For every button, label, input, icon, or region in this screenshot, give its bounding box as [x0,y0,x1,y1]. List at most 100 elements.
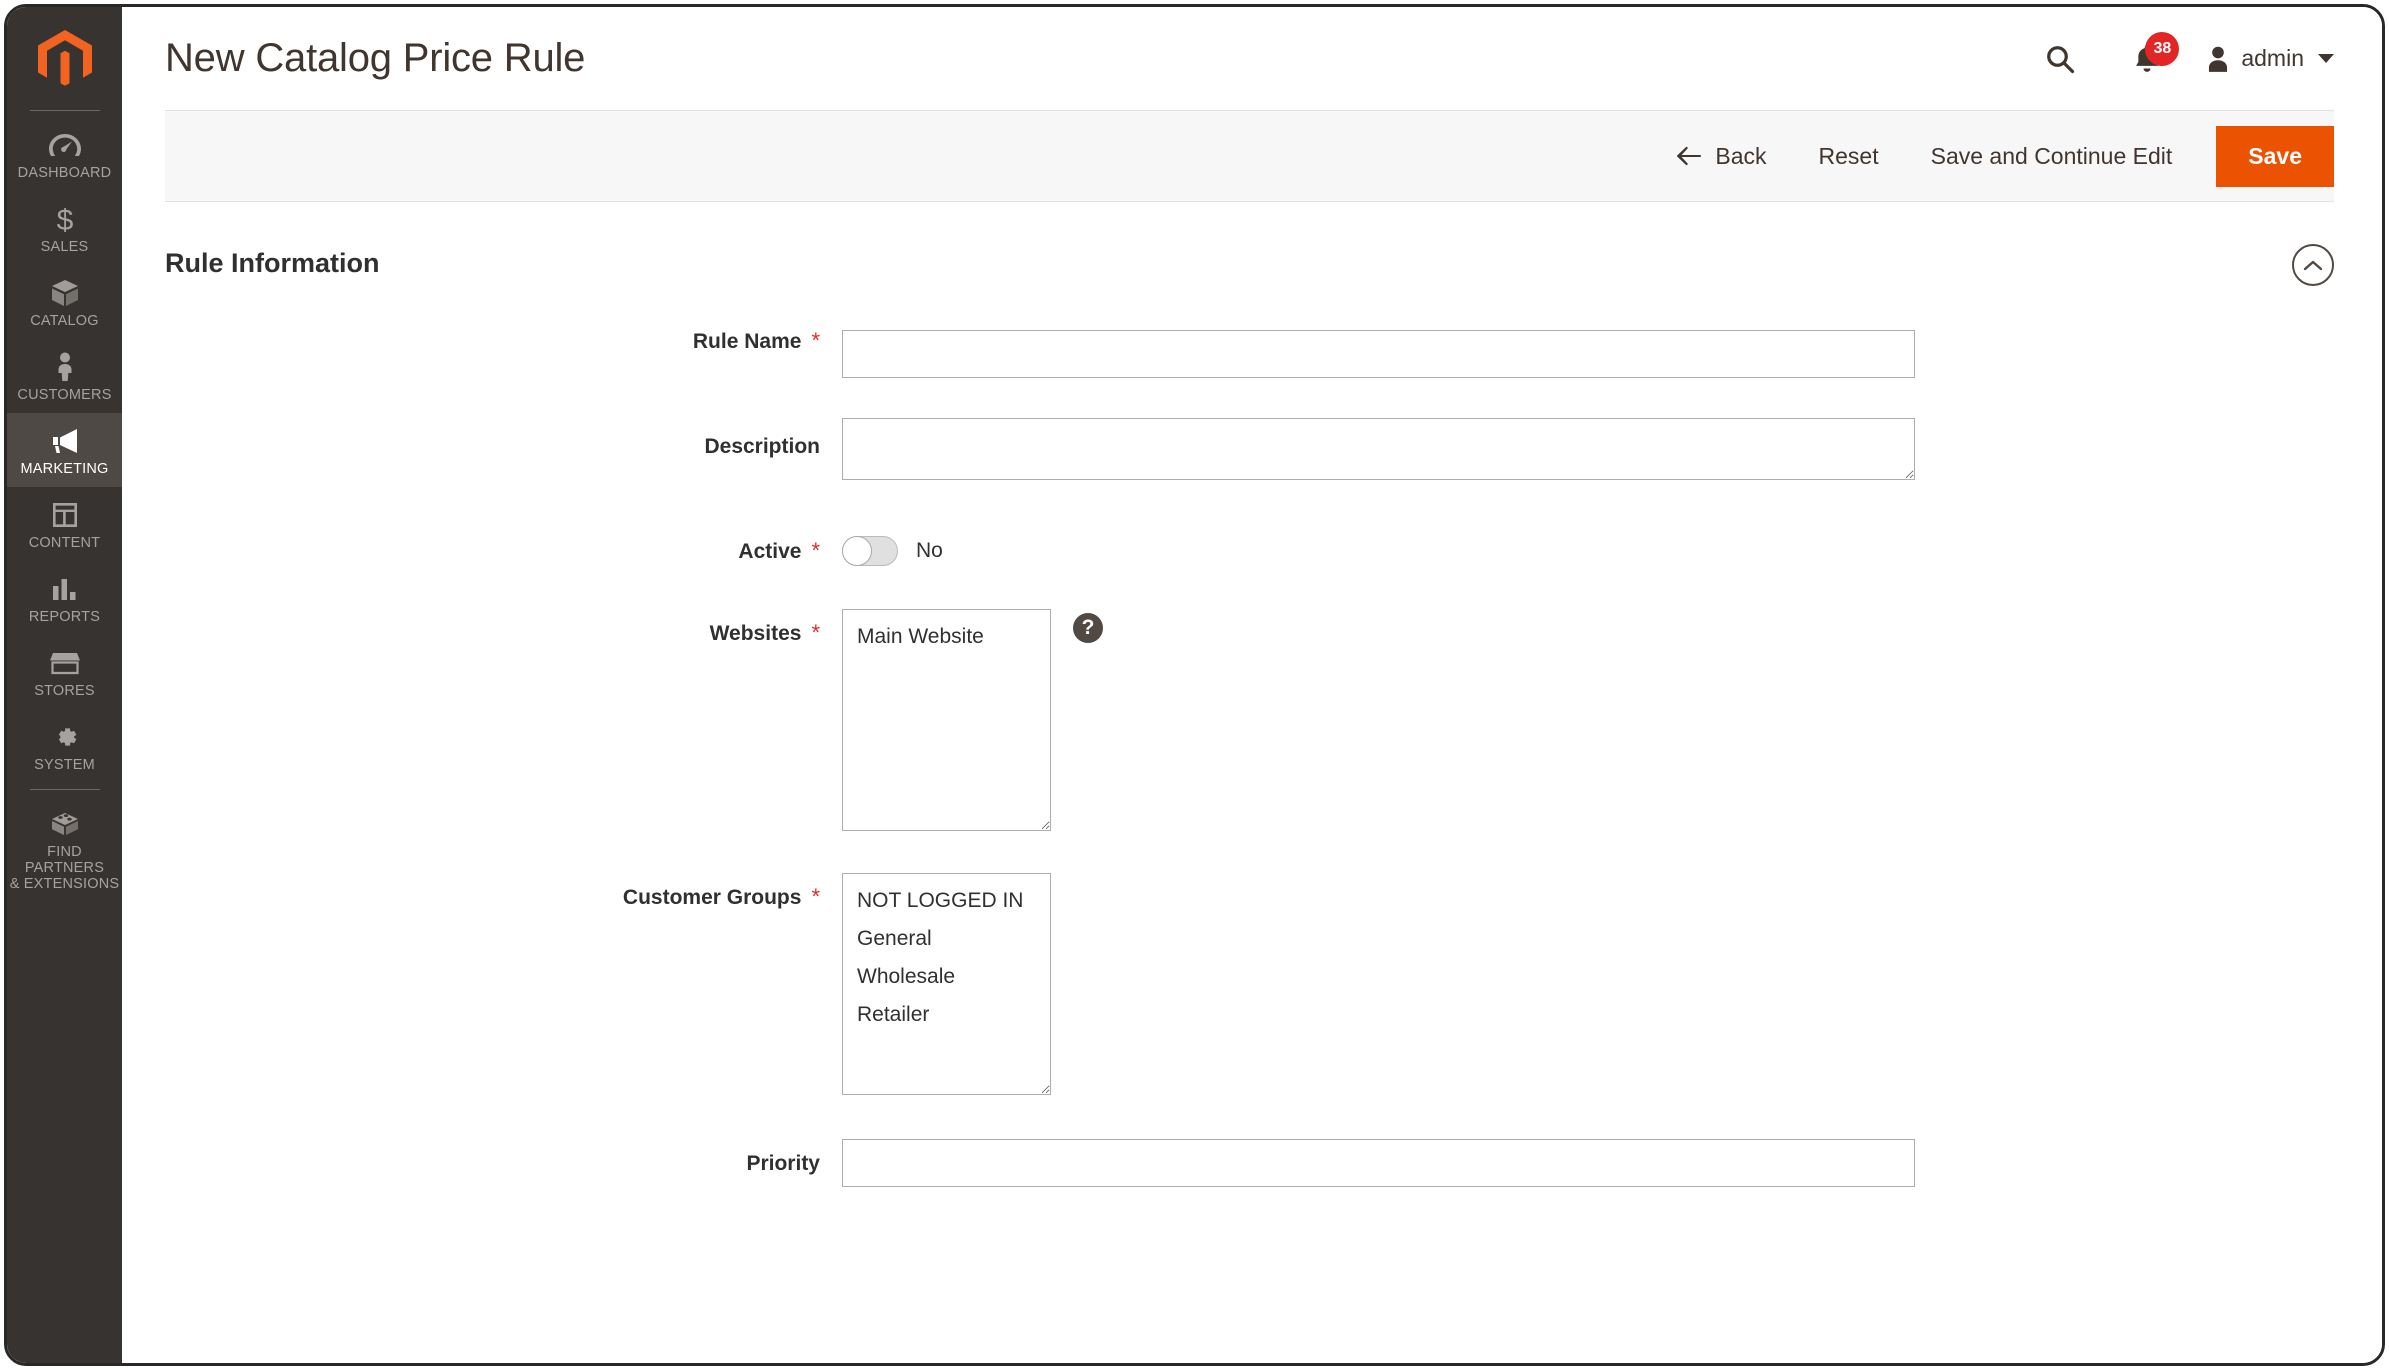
sidebar-item-customers[interactable]: CUSTOMERS [7,339,122,413]
dollar-icon: $ [54,202,76,236]
priority-label: Priority [746,1151,820,1175]
page-title: New Catalog Price Rule [165,36,586,80]
required-indicator: * [811,328,820,353]
field-label: Description [165,418,820,457]
field-control: NOT LOGGED IN General Wholesale Retailer [842,873,1051,1095]
rule-information-form: Rule Name * Description Active * No Webs… [122,330,2382,1187]
header-actions: 38 admin [2031,30,2334,88]
sidebar-item-label: MARKETING [20,461,109,477]
required-indicator: * [811,620,820,645]
page-header: New Catalog Price Rule 38 admin [122,7,2382,110]
reset-button[interactable]: Reset [1793,129,1905,184]
description-label: Description [704,435,820,458]
section-title: Rule Information [165,248,380,278]
toggle-knob [842,536,872,566]
sidebar-item-label: CONTENT [28,535,101,551]
rule-name-label: Rule Name [692,329,802,353]
customer-groups-label: Customer Groups [622,885,802,909]
back-button-label: Back [1715,142,1767,169]
required-indicator: * [811,538,820,563]
chevron-up-icon [2303,260,2323,270]
field-customer-groups: Customer Groups * NOT LOGGED IN General … [165,873,2382,1095]
storefront-icon [49,646,80,680]
list-item[interactable]: General [843,920,1050,958]
sidebar-divider-bottom [29,789,100,790]
required-indicator: * [811,884,820,909]
field-control [842,330,1915,378]
bar-chart-icon [51,572,79,606]
sidebar-item-label: SALES [40,239,89,255]
rule-name-input[interactable] [842,330,1915,378]
sidebar-item-find-partners[interactable]: FIND PARTNERS & EXTENSIONS [7,796,122,902]
sidebar-item-reports[interactable]: REPORTS [7,561,122,635]
save-button[interactable]: Save [2216,125,2334,187]
box-icon [50,276,80,310]
application-frame: DASHBOARD $ SALES CATALOG CUSTOMERS MARK… [4,4,2385,1366]
sidebar-item-label: CATALOG [30,313,99,329]
megaphone-icon [49,424,81,458]
sidebar-item-label: FIND PARTNERS & EXTENSIONS [9,844,120,892]
active-toggle[interactable] [842,536,898,566]
save-and-continue-edit-button[interactable]: Save and Continue Edit [1905,129,2199,184]
puzzle-block-icon [50,807,80,841]
websites-multiselect[interactable]: Main Website [842,609,1051,831]
svg-text:$: $ [56,204,73,235]
chevron-down-icon [2318,54,2334,63]
field-priority: Priority [165,1139,2382,1187]
sidebar-item-sales[interactable]: $ SALES [7,191,122,265]
sidebar-divider-top [29,110,100,111]
field-label: Rule Name * [165,330,820,352]
priority-input[interactable] [842,1139,1915,1187]
active-label: Active [738,539,802,563]
main-content: New Catalog Price Rule 38 admin Back Res… [122,7,2382,1363]
field-label: Active * [165,527,820,575]
field-label: Websites * [165,609,820,657]
field-description: Description [165,418,2382,485]
field-websites: Websites * Main Website ? [165,609,2382,831]
field-control: Main Website ? [842,609,1103,831]
sidebar-item-dashboard[interactable]: DASHBOARD [7,117,122,191]
websites-label: Websites [709,621,802,645]
back-button[interactable]: Back [1676,129,1792,184]
field-label: Priority [165,1139,820,1187]
sidebar-item-stores[interactable]: STORES [7,635,122,709]
active-state-label: No [916,539,943,562]
magento-logo[interactable] [7,7,122,110]
section-collapse-toggle[interactable] [2292,244,2334,286]
field-active: Active * No [165,527,2382,575]
field-label: Customer Groups * [165,873,820,921]
field-rule-name: Rule Name * [165,330,2382,378]
arrow-left-icon [1676,146,1702,166]
field-control [842,418,1915,485]
dashboard-icon [48,128,82,162]
user-icon [2205,45,2231,73]
sidebar-item-system[interactable]: SYSTEM [7,709,122,783]
sidebar-item-label: STORES [34,683,95,699]
list-item[interactable]: Retailer [843,996,1050,1034]
list-item[interactable]: Main Website [843,618,1050,656]
admin-user-menu[interactable]: admin [2205,45,2334,73]
search-button[interactable] [2031,30,2089,88]
list-item[interactable]: Wholesale [843,958,1050,996]
description-textarea[interactable] [842,418,1915,480]
sidebar-item-marketing[interactable]: MARKETING [7,413,122,487]
person-icon [55,350,75,384]
sidebar-item-label: SYSTEM [34,757,95,773]
sidebar-item-label: DASHBOARD [17,165,112,181]
notification-badge: 38 [2145,31,2180,66]
sidebar-item-catalog[interactable]: CATALOG [7,265,122,339]
main-sidebar: DASHBOARD $ SALES CATALOG CUSTOMERS MARK… [7,7,122,1363]
question-mark-icon[interactable]: ? [1073,613,1103,643]
list-item[interactable]: NOT LOGGED IN [843,882,1050,920]
sidebar-item-content[interactable]: CONTENT [7,487,122,561]
layout-icon [51,498,79,532]
rule-information-section-header: Rule Information [165,202,2334,286]
admin-user-name: admin [2241,45,2304,71]
search-icon [2047,45,2075,73]
gear-icon [51,720,79,754]
customer-groups-multiselect[interactable]: NOT LOGGED IN General Wholesale Retailer [842,873,1051,1095]
field-control [842,1139,1915,1187]
notifications-button[interactable]: 38 [2115,30,2180,88]
sidebar-item-label: CUSTOMERS [17,387,112,403]
sidebar-item-label: REPORTS [28,609,101,625]
